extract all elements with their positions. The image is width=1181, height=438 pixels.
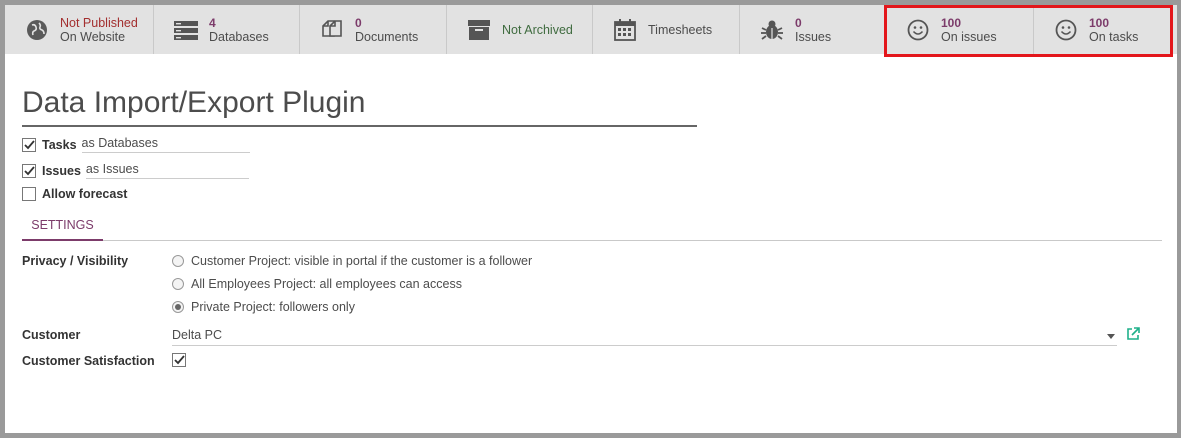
privacy-option-label: Customer Project: visible in portal if t…	[191, 254, 533, 268]
project-name-field[interactable]: Data Import/Export Plugin	[22, 85, 697, 127]
on-tasks-percent: 100	[1089, 15, 1110, 30]
timesheets-label: Timesheets	[648, 22, 713, 37]
tasks-option: Tasks as Databases	[22, 136, 250, 153]
files-icon	[318, 16, 346, 44]
globe-icon	[23, 16, 51, 44]
privacy-option-label: Private Project: followers only	[191, 300, 355, 314]
satisfaction-checkbox[interactable]	[172, 353, 186, 367]
archive-status: Not Archived	[502, 22, 573, 37]
website-button[interactable]: Not Published On Website	[5, 5, 154, 54]
radio-employees[interactable]	[172, 278, 184, 290]
customer-label: Customer	[22, 328, 81, 342]
smart-button-bar: Not Published On Website 4 Databases 0 D…	[5, 5, 1177, 54]
server-icon	[172, 16, 200, 44]
issues-label: Issues	[795, 29, 832, 44]
smiley-icon	[904, 16, 932, 44]
on-issues-percent: 100	[941, 15, 962, 30]
privacy-option-label: All Employees Project: all employees can…	[191, 277, 462, 291]
tab-settings[interactable]: SETTINGS	[22, 216, 103, 241]
customer-value: Delta PC	[172, 328, 223, 342]
on-issues-label: On issues	[941, 29, 997, 44]
tasks-checkbox[interactable]	[22, 137, 36, 152]
privacy-option-customer[interactable]: Customer Project: visible in portal if t…	[172, 254, 532, 268]
tasks-alias-prefix: as	[81, 136, 95, 150]
calendar-icon	[611, 16, 639, 44]
website-status: Not Published	[60, 15, 138, 30]
on-tasks-label: On tasks	[1089, 29, 1139, 44]
radio-customer[interactable]	[172, 255, 184, 267]
issues-alias-prefix: as	[85, 162, 100, 176]
privacy-label: Privacy / Visibility	[22, 254, 129, 268]
chevron-down-icon[interactable]	[1107, 334, 1115, 339]
privacy-option-employees[interactable]: All Employees Project: all employees can…	[172, 277, 462, 291]
bug-icon	[758, 16, 786, 44]
tasks-alias-field[interactable]: as Databases	[81, 136, 250, 153]
smiley-icon	[1052, 16, 1080, 44]
databases-button[interactable]: 4 Databases	[154, 5, 300, 54]
issues-count: 0	[795, 15, 802, 30]
forecast-label: Allow forecast	[42, 187, 128, 201]
databases-count: 4	[209, 15, 216, 30]
satisfaction-label: Customer Satisfaction	[22, 354, 155, 368]
customer-select[interactable]: Delta PC	[172, 328, 1117, 346]
issues-alias-field[interactable]: as Issues	[85, 162, 249, 179]
notebook-tabs: SETTINGS	[22, 216, 1162, 241]
documents-count: 0	[355, 15, 362, 30]
timesheets-button[interactable]: Timesheets	[593, 5, 740, 54]
issues-alias-value: Issues	[102, 162, 139, 176]
forecast-checkbox[interactable]	[22, 187, 36, 201]
documents-button[interactable]: 0 Documents	[300, 5, 447, 54]
issues-button[interactable]: 0 Issues	[740, 5, 886, 54]
tasks-label: Tasks	[42, 137, 77, 152]
on-issues-rating-button[interactable]: 100 On issues	[886, 5, 1034, 54]
privacy-option-followers[interactable]: Private Project: followers only	[172, 300, 355, 314]
website-label: On Website	[60, 29, 126, 44]
tasks-alias-value: Databases	[98, 136, 158, 150]
on-tasks-rating-button[interactable]: 100 On tasks	[1034, 5, 1177, 54]
issues-label: Issues	[42, 163, 81, 178]
forecast-option: Allow forecast	[22, 187, 132, 201]
radio-followers[interactable]	[172, 301, 184, 313]
documents-label: Documents	[355, 29, 419, 44]
external-link-icon[interactable]	[1126, 327, 1140, 341]
archive-icon	[465, 16, 493, 44]
databases-label: Databases	[209, 29, 269, 44]
issues-option: Issues as Issues	[22, 162, 249, 179]
form-view: Not Published On Website 4 Databases 0 D…	[5, 5, 1177, 433]
issues-checkbox[interactable]	[22, 163, 36, 178]
archive-toggle-button[interactable]: Not Archived	[447, 5, 593, 54]
